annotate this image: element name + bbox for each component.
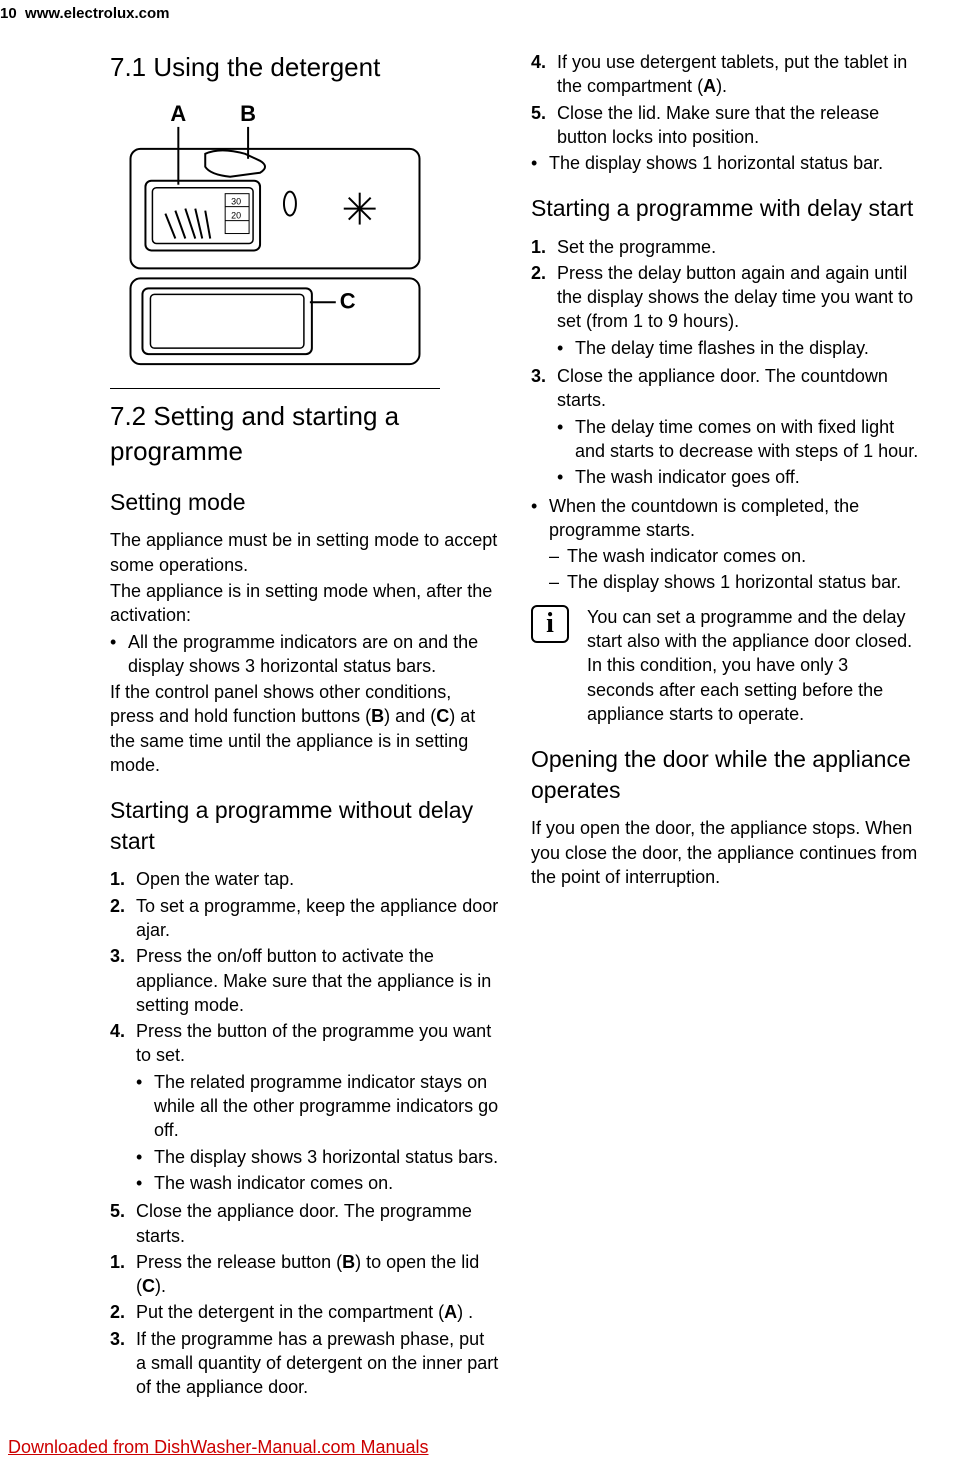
diagram-scale-30: 30 — [231, 197, 241, 207]
bullet-icon — [110, 630, 128, 679]
info-icon: i — [531, 605, 569, 643]
diagram-label-b: B — [240, 101, 256, 126]
d-complete-d1: The wash indicator comes on. — [567, 544, 920, 568]
setting-mode-bullet-1: All the programme indicators are on and … — [128, 630, 499, 679]
dash-icon — [549, 570, 567, 594]
heading-7-1: 7.1 Using the detergent — [110, 50, 499, 85]
setting-mode-p3: If the control panel shows other conditi… — [110, 680, 499, 777]
step-num: 4. — [110, 1019, 136, 1197]
d-step2-b1: The delay time flashes in the display. — [575, 336, 920, 360]
dash-icon — [549, 544, 567, 568]
step-num: 3. — [110, 1327, 136, 1400]
wd-step2: To set a programme, keep the appliance d… — [136, 894, 499, 943]
footer-download-link[interactable]: Downloaded from DishWasher-Manual.com Ma… — [8, 1435, 429, 1459]
heading-setting-mode: Setting mode — [110, 487, 499, 518]
d-step3: Close the appliance door. The countdown … — [557, 366, 888, 410]
wd-step1: Open the water tap. — [136, 867, 499, 891]
bullet-icon — [136, 1145, 154, 1169]
d-complete-d2: The display shows 1 horizontal status ba… — [567, 570, 920, 594]
d-step1: Set the programme. — [557, 235, 920, 259]
page-content: 7.1 Using the detergent A B 30 20 — [110, 50, 920, 1425]
det-step2: Put the detergent in the compartment (A)… — [136, 1300, 499, 1324]
opening-door-p1: If you open the door, the appliance stop… — [531, 816, 920, 889]
step-num: 5. — [531, 101, 557, 150]
detergent-dispenser-diagram: A B 30 20 — [110, 99, 440, 389]
bullet-icon — [557, 465, 575, 489]
info-text: You can set a programme and the delay st… — [587, 605, 920, 726]
det-step5: Close the lid. Make sure that the releas… — [557, 101, 920, 150]
det-step1: Press the release button (B) to open the… — [136, 1250, 499, 1299]
wd-step4-b1: The related programme indicator stays on… — [154, 1070, 499, 1143]
bullet-icon — [531, 151, 549, 175]
step-num: 4. — [531, 50, 557, 99]
bullet-icon — [557, 415, 575, 464]
step-num: 1. — [110, 1250, 136, 1299]
d-complete: When the countdown is completed, the pro… — [549, 496, 859, 540]
info-box: i You can set a programme and the delay … — [531, 605, 920, 726]
wd-step4-b2: The display shows 3 horizontal status ba… — [154, 1145, 499, 1169]
heading-start-with-delay: Starting a programme with delay start — [531, 193, 920, 224]
det-step4: If you use detergent tablets, put the ta… — [557, 50, 920, 99]
det-step3: If the programme has a prewash phase, pu… — [136, 1327, 499, 1400]
header-url: www.electrolux.com — [25, 5, 170, 22]
step-num: 2. — [110, 894, 136, 943]
step-num: 1. — [531, 235, 557, 259]
bullet-icon — [136, 1171, 154, 1195]
heading-7-2: 7.2 Setting and starting a programme — [110, 399, 499, 469]
wd-step4: Press the button of the programme you wa… — [136, 1021, 491, 1065]
setting-mode-p1: The appliance must be in setting mode to… — [110, 528, 499, 577]
diagram-scale-20: 20 — [231, 211, 241, 221]
setting-mode-p2: The appliance is in setting mode when, a… — [110, 579, 499, 628]
step-num: 3. — [110, 944, 136, 1017]
diagram-label-c: C — [340, 288, 356, 313]
step-num: 5. — [110, 1199, 136, 1248]
bullet-icon — [136, 1070, 154, 1143]
step-num: 1. — [110, 867, 136, 891]
wd-step5-b1: The display shows 1 horizontal status ba… — [549, 151, 920, 175]
step-num: 3. — [531, 364, 557, 491]
bullet-icon — [531, 494, 549, 597]
heading-start-without-delay: Starting a programme without delay start — [110, 795, 499, 857]
page-number: 10 — [0, 5, 17, 22]
heading-opening-door: Opening the door while the appliance ope… — [531, 744, 920, 806]
step-num: 2. — [531, 261, 557, 362]
wd-step3: Press the on/off button to activate the … — [136, 944, 499, 1017]
d-step3-b1: The delay time comes on with fixed light… — [575, 415, 920, 464]
step-num: 2. — [110, 1300, 136, 1324]
d-step3-b2: The wash indicator goes off. — [575, 465, 920, 489]
bullet-icon — [557, 336, 575, 360]
diagram-label-a: A — [170, 101, 186, 126]
wd-step5: Close the appliance door. The programme … — [136, 1201, 472, 1245]
page-header: 10 www.electrolux.com — [0, 4, 170, 24]
wd-step4-b3: The wash indicator comes on. — [154, 1171, 499, 1195]
d-step2: Press the delay button again and again u… — [557, 263, 913, 332]
